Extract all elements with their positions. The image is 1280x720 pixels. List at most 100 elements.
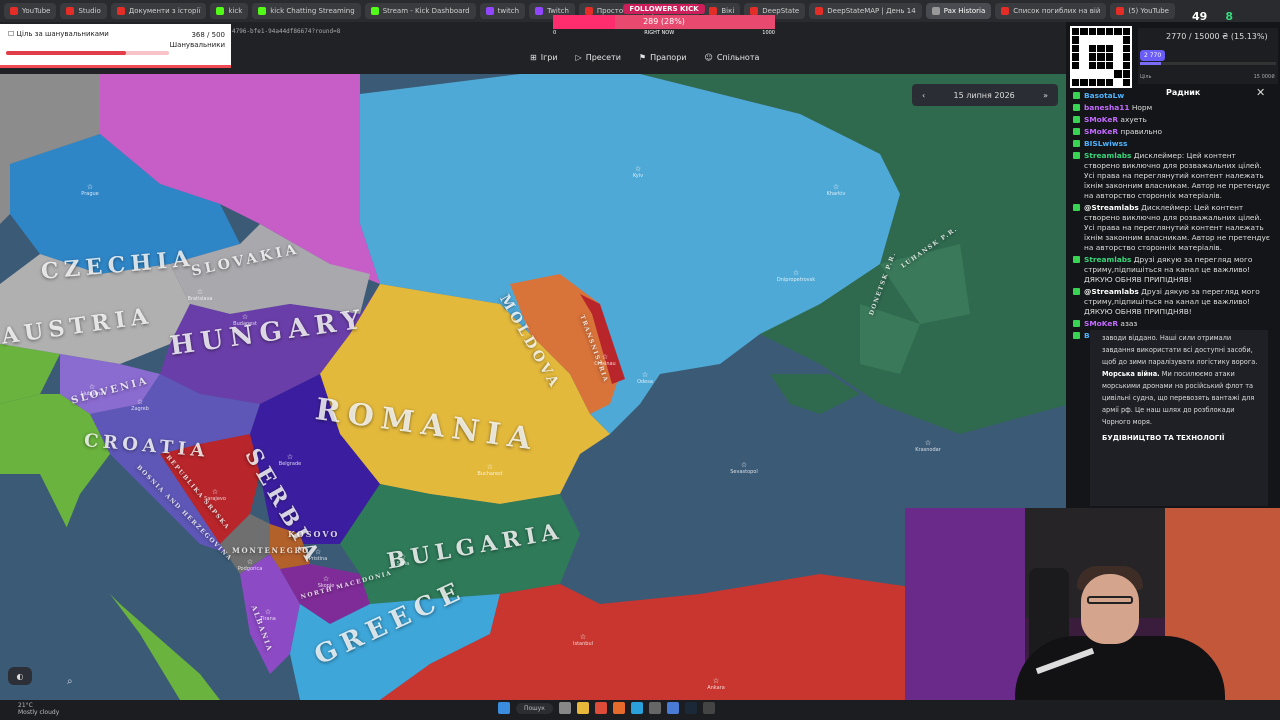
city-star-icon: ☆ xyxy=(712,677,720,685)
city-marker[interactable]: ☆ Sofia xyxy=(397,554,409,568)
city-marker[interactable]: ☆ Belgrade xyxy=(279,454,301,468)
city-marker[interactable]: ☆ Istanbul xyxy=(573,634,593,648)
chat-username[interactable]: @Streamlabs xyxy=(1084,203,1139,212)
city-marker[interactable]: ☆ Kyiv xyxy=(633,166,643,180)
city-name: Tirana xyxy=(260,616,276,622)
city-star-icon: ☆ xyxy=(86,183,94,191)
chat-username[interactable]: BISLwiwss xyxy=(1084,139,1127,148)
steam-icon[interactable] xyxy=(684,702,697,714)
city-marker[interactable]: ☆ Bucharest xyxy=(477,464,502,478)
city-marker[interactable]: ☆ Dnipropetrovsk xyxy=(777,270,815,284)
weather-widget[interactable]: 21°C Mostly cloudy xyxy=(18,702,59,716)
os-taskbar: 21°C Mostly cloudy Пошук xyxy=(0,700,1280,720)
qr-cell xyxy=(1080,36,1088,44)
city-marker[interactable]: ☆ Krasnodar xyxy=(915,440,941,454)
city-marker[interactable]: ☆ Budapest xyxy=(233,314,257,328)
city-marker[interactable]: ☆ Sevastopol xyxy=(730,461,758,476)
chat-username[interactable]: Streamlabs xyxy=(1084,255,1131,264)
qr-cell xyxy=(1072,53,1080,61)
city-marker[interactable]: ☆ Chisinau xyxy=(594,354,615,368)
city-marker[interactable]: ☆ Prague xyxy=(81,183,98,198)
webcam-feed xyxy=(905,508,1280,700)
task-view-icon[interactable] xyxy=(558,702,571,714)
browser-tab[interactable]: Документи з історії xyxy=(110,3,207,19)
qr-cell xyxy=(1122,44,1130,53)
city-marker[interactable]: ☆ Kharkiv xyxy=(827,184,846,198)
city-marker[interactable]: ☆ Tirana xyxy=(260,609,276,623)
qr-cell xyxy=(1088,28,1097,36)
browser-tab[interactable]: kick Chatting Streaming xyxy=(252,3,361,19)
chrome-icon[interactable] xyxy=(594,702,607,714)
city-marker[interactable]: ☆ Pristina xyxy=(309,549,328,563)
browser-tab[interactable]: Pax Historia xyxy=(925,3,992,19)
chat-username[interactable]: banesha11 xyxy=(1084,103,1129,112)
goal-sub: Шанувальники xyxy=(169,41,225,49)
city-name: Sevastopol xyxy=(730,469,758,475)
goal-icon: ☐ xyxy=(8,30,15,38)
browser-icon[interactable] xyxy=(666,702,679,714)
map-mode-toggle[interactable]: ◐ xyxy=(8,667,32,685)
tab-label: (5) YouTube xyxy=(1128,7,1169,15)
chat-username[interactable]: SMoKeR xyxy=(1084,127,1118,136)
city-name: Skopje xyxy=(317,583,335,589)
chat-username[interactable]: SMoKeR xyxy=(1084,319,1118,328)
followers-scale: 0 RIGHT NOW 1000 xyxy=(553,30,775,36)
city-star-icon: ☆ xyxy=(196,288,204,296)
city-marker[interactable]: ☆ Zagreb xyxy=(131,398,149,413)
browser-tab[interactable]: YouTube xyxy=(4,3,57,19)
advisor-p2-text: Ми посилюємо атаки морськими дронами на … xyxy=(1102,370,1255,426)
nav-flags[interactable]: ⚑ Прапори xyxy=(639,53,687,62)
chat-username[interactable]: SMoKeR xyxy=(1084,115,1118,124)
browser-tab[interactable]: DeepStateMAP | День 14 xyxy=(809,3,922,19)
city-name: Podgorica xyxy=(237,566,263,572)
city-marker[interactable]: ☆ Skopje xyxy=(317,576,335,590)
explorer-icon[interactable] xyxy=(576,702,589,714)
qr-cell xyxy=(1080,61,1088,70)
telegram-icon[interactable] xyxy=(630,702,643,714)
taskbar-search[interactable]: Пошук xyxy=(516,702,553,714)
city-star-icon: ☆ xyxy=(246,558,254,566)
firefox-icon[interactable] xyxy=(612,702,625,714)
tab-label: Stream - Kick Dashboard xyxy=(382,7,470,15)
cam-person-glasses xyxy=(1087,596,1133,604)
city-marker[interactable]: ☆ Ljubljana xyxy=(81,384,104,398)
browser-tab[interactable]: (5) YouTube xyxy=(1110,3,1175,19)
community-icon: ☺ xyxy=(704,53,713,62)
browser-tab[interactable]: twitch xyxy=(479,3,526,19)
nav-presets[interactable]: ▷ Пресети xyxy=(576,53,621,62)
city-marker[interactable]: ☆ Ankara xyxy=(707,677,725,692)
city-marker[interactable]: ☆ Odesa xyxy=(637,372,653,386)
app-icon[interactable] xyxy=(648,702,661,714)
chat-message: @Streamlabs Дисклеймер: Цей контент ство… xyxy=(1070,202,1276,254)
browser-tab[interactable]: kick xyxy=(210,3,249,19)
kick-badge-icon xyxy=(1073,128,1080,135)
city-star-icon: ☆ xyxy=(740,461,748,469)
city-marker[interactable]: ☆ Podgorica xyxy=(237,558,263,573)
nav-community[interactable]: ☺ Спільнота xyxy=(704,53,759,62)
tab-favicon-icon xyxy=(931,7,940,15)
date-next-button[interactable]: » xyxy=(1043,91,1048,100)
browser-tab[interactable]: Studio xyxy=(60,3,107,19)
start-icon[interactable] xyxy=(498,702,510,714)
map-search-icon[interactable]: ⌕ xyxy=(67,676,73,687)
date-prev-button[interactable]: ‹ xyxy=(922,91,925,100)
chat-username[interactable]: Streamlabs xyxy=(1084,151,1131,160)
followers-track: 289 (28%) xyxy=(553,15,775,29)
chat-text: ахуеть xyxy=(1118,115,1147,124)
city-name: Sarajevo xyxy=(204,496,226,502)
nav-games-label: Ігри xyxy=(540,53,558,62)
browser-tab[interactable]: Stream - Kick Dashboard xyxy=(364,3,476,19)
chat-message: Streamlabs Друзі дякую за перегляд мого … xyxy=(1070,254,1276,286)
city-marker[interactable]: ☆ Bratislava xyxy=(188,288,213,303)
qr-cell xyxy=(1114,61,1122,70)
city-marker[interactable]: ☆ Sarajevo xyxy=(204,489,226,503)
nav-games[interactable]: ⊞ Ігри xyxy=(530,53,558,62)
obs-icon[interactable] xyxy=(702,702,715,714)
qr-cell xyxy=(1105,70,1114,78)
address-bar[interactable]: 4796-bfe1-94a44df86674?round=8 xyxy=(232,28,340,35)
qr-cell xyxy=(1097,44,1105,53)
browser-tab[interactable]: Список погиблих на вій xyxy=(995,3,1107,19)
city-star-icon: ☆ xyxy=(136,398,144,406)
chat-username[interactable]: BasotaLw xyxy=(1084,91,1124,100)
chat-username[interactable]: @Streamlabs xyxy=(1084,287,1139,296)
